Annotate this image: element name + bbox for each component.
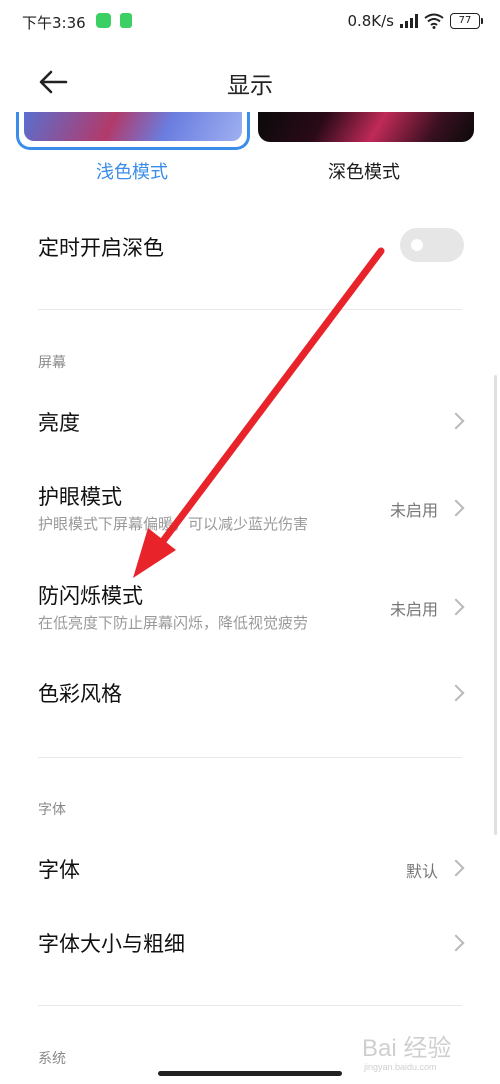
baidu-watermark-icon: Bai 经验 jingyan.baidu.com xyxy=(362,1035,451,1072)
annotation-arrow-icon xyxy=(133,247,385,578)
watermark-url: jingyan.baidu.com xyxy=(363,1062,437,1072)
home-indicator[interactable] xyxy=(158,1071,342,1076)
watermark-text: Bai 经验 xyxy=(362,1035,451,1062)
